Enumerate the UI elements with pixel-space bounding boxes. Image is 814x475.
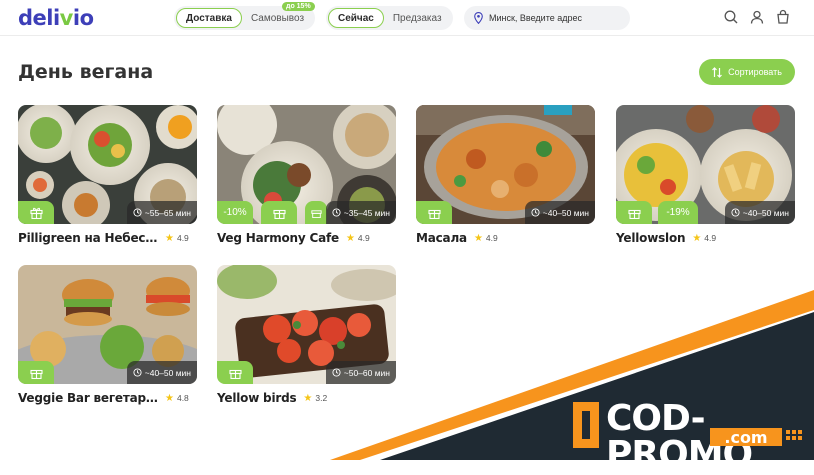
pickup-discount-badge: до 15%	[282, 2, 315, 11]
now-option[interactable]: Сейчас	[328, 8, 384, 28]
user-icon[interactable]	[749, 9, 765, 25]
restaurant-photo[interactable]: ~55–65 мин	[18, 105, 197, 224]
restaurant-card[interactable]: ~50–60 мин Yellow birds ★ 3.2	[217, 265, 396, 405]
restaurant-rating: 4.9	[485, 233, 498, 243]
restaurant-card[interactable]: -10% ~35–45 мин Veg Harmony Cafe ★ 4.9	[217, 105, 396, 245]
clock-icon	[332, 208, 341, 217]
map-pin-icon	[474, 12, 483, 24]
restaurant-card[interactable]: -19% ~40–50 мин Yellowslon ★ 4.9	[616, 105, 795, 245]
gift-badge	[18, 361, 54, 384]
restaurant-name[interactable]: Veg Harmony Cafe	[217, 231, 339, 245]
address-input[interactable]: Минск, Введите адрес	[464, 6, 630, 30]
star-icon: ★	[345, 232, 355, 244]
restaurant-card[interactable]: ~55–65 мин Pilligreen на Небесной ★ 4.9	[18, 105, 197, 245]
restaurant-photo[interactable]: ~40–50 мин	[18, 265, 197, 384]
gift-icon	[228, 369, 242, 379]
restaurant-rating: 4.8	[176, 393, 189, 403]
delivery-option[interactable]: Доставка	[176, 8, 242, 28]
clock-icon	[332, 368, 341, 377]
discount-label: -19%	[666, 207, 690, 218]
sort-label: Сортировать	[728, 67, 782, 77]
clock-icon	[133, 368, 142, 377]
delivery-time: ~40–50 мин	[126, 361, 197, 384]
star-icon: ★	[165, 392, 174, 404]
restaurant-photo[interactable]: ~50–60 мин	[217, 265, 396, 384]
delivery-time: ~35–45 мин	[325, 201, 396, 224]
restaurant-card[interactable]: ~40–50 мин Veggie Bar вегетарианское каф…	[18, 265, 197, 405]
preorder-option[interactable]: Предзаказ	[384, 8, 451, 28]
discount-label: -10%	[223, 207, 247, 218]
search-icon[interactable]	[723, 9, 739, 25]
restaurant-name[interactable]: Veggie Bar вегетарианское кафе	[18, 391, 158, 405]
sort-button[interactable]: Сортировать	[699, 59, 795, 85]
restaurant-name[interactable]: Pilligreen на Небесной	[18, 231, 158, 245]
delivery-time: ~50–60 мин	[325, 361, 396, 384]
clock-icon	[731, 208, 740, 217]
gift-badge	[18, 201, 54, 224]
restaurant-name[interactable]: Масала	[416, 231, 467, 245]
gift-badge	[616, 201, 652, 224]
restaurant-rating: 3.2	[315, 393, 328, 403]
restaurant-photo[interactable]: -19% ~40–50 мин	[616, 105, 795, 224]
pickup-option[interactable]: Самовывоз	[242, 8, 313, 28]
restaurant-card[interactable]: ~40–50 мин Масала ★ 4.9	[416, 105, 595, 245]
delivery-time: ~40–50 мин	[524, 201, 595, 224]
top-header: delivio Доставка Самовывоз до 15% Сейчас…	[0, 0, 814, 36]
clock-icon	[133, 208, 142, 217]
restaurant-photo[interactable]: ~40–50 мин	[416, 105, 595, 224]
restaurant-rating: 4.9	[357, 233, 370, 243]
address-placeholder: Минск, Введите адрес	[489, 13, 582, 23]
gift-badge	[416, 201, 452, 224]
restaurant-name[interactable]: Yellowslon	[616, 231, 685, 245]
cart-icon[interactable]	[775, 9, 791, 25]
delivio-logo[interactable]: delivio	[18, 6, 94, 30]
gift-badge-extra	[305, 201, 327, 224]
gift-icon	[427, 209, 441, 219]
gift-badge	[217, 361, 253, 384]
discount-badge: -19%	[658, 201, 698, 224]
restaurant-photo[interactable]: -10% ~35–45 мин	[217, 105, 396, 224]
star-icon: ★	[473, 232, 483, 244]
restaurant-name[interactable]: Yellow birds	[217, 391, 296, 405]
gift-icon	[272, 209, 286, 219]
watermark-domain: .com	[710, 428, 782, 447]
gift-icon	[29, 369, 43, 379]
gift-icon	[310, 210, 322, 218]
sort-icon	[712, 66, 723, 78]
star-icon: ★	[692, 232, 702, 244]
time-mode-toggle: Сейчас Предзаказ	[326, 6, 453, 30]
page-title: День вегана	[18, 61, 154, 83]
gift-badge	[261, 201, 297, 224]
clock-icon	[531, 208, 540, 217]
star-icon: ★	[165, 232, 174, 244]
gift-badge: -10%	[217, 201, 253, 224]
delivery-time: ~55–65 мин	[126, 201, 197, 224]
delivery-time: ~40–50 мин	[724, 201, 795, 224]
star-icon: ★	[303, 392, 313, 404]
gift-icon	[29, 207, 43, 219]
restaurant-rating: 4.9	[176, 233, 189, 243]
restaurant-rating: 4.9	[704, 233, 717, 243]
gift-icon	[627, 209, 641, 219]
